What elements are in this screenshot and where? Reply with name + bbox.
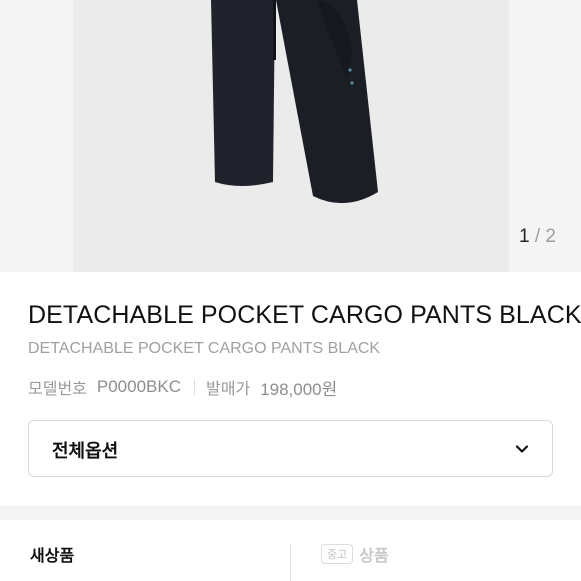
condition-tabs: 새상품 중고 상품 (0, 520, 581, 581)
product-image-gallery[interactable]: 1 / 2 (0, 0, 581, 272)
current-page: 1 (519, 226, 530, 247)
used-product-label: 상품 (359, 546, 389, 565)
model-number-label: 모델번호 (28, 379, 87, 398)
used-badge: 중고 (321, 544, 354, 564)
section-separator (0, 506, 581, 520)
tab-new-product[interactable]: 새상품 (30, 542, 74, 566)
tab-used-product[interactable]: 중고 상품 (321, 542, 389, 566)
total-pages: 2 (545, 226, 556, 247)
cargo-pants-image (211, 0, 378, 204)
chevron-down-icon (515, 445, 529, 453)
product-meta-row: 모델번호 P0000BKC 발매가 198,000원 (28, 376, 338, 399)
tab-divider (290, 543, 291, 581)
release-price-value: 198,000원 (260, 379, 338, 399)
page-separator: / (529, 226, 546, 247)
meta-divider (194, 379, 196, 395)
model-number-value: P0000BKC (96, 377, 182, 396)
release-price-label: 발매가 (206, 379, 251, 398)
product-title: DETACHABLE POCKET CARGO PANTS BLACK (28, 301, 581, 329)
option-select-label: 전체옵션 (52, 441, 119, 462)
product-photo[interactable] (0, 0, 581, 272)
option-select-dropdown[interactable]: 전체옵션 (28, 420, 553, 477)
product-subtitle: DETACHABLE POCKET CARGO PANTS BLACK (28, 340, 381, 357)
image-page-indicator: 1 / 2 (519, 226, 556, 248)
